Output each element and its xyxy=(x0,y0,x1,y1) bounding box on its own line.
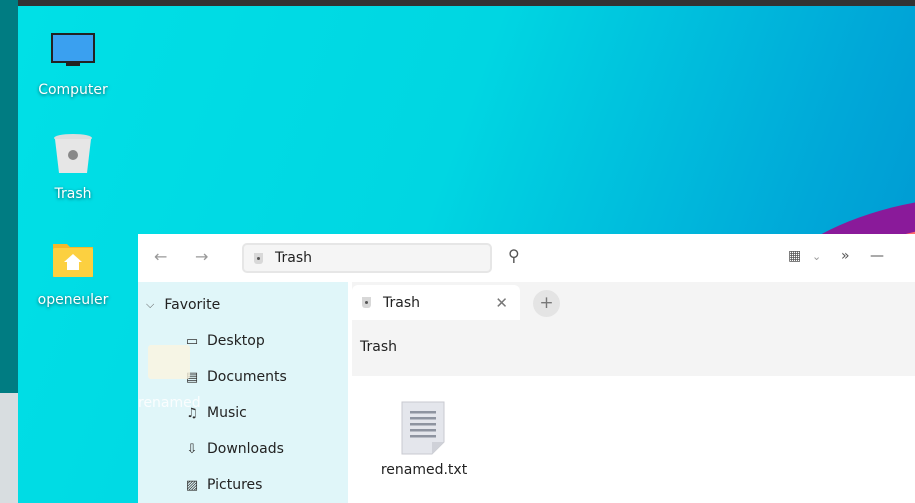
back-button[interactable]: ← xyxy=(154,247,167,266)
text-file-icon xyxy=(378,400,470,460)
panel-edge-lower xyxy=(0,393,18,503)
download-icon: ⇩ xyxy=(186,441,198,457)
close-tab-icon[interactable]: ✕ xyxy=(495,294,508,312)
sidebar-item-downloads[interactable]: ⇩ Downloads xyxy=(184,441,284,457)
sidebar-item-pictures[interactable]: ▨ Pictures xyxy=(184,477,263,493)
main-pane: Trash ✕ + Trash renamed.txt xyxy=(352,282,915,503)
sidebar-section-favorite[interactable]: ⌵ Favorite xyxy=(146,297,220,313)
file-manager-window: ← → Trash ⚲ ▦ ⌄ » — ⌵ Favorite ▭ Desktop ▤… xyxy=(138,234,915,503)
tab-trash[interactable]: Trash ✕ xyxy=(352,285,520,320)
sidebar-item-label: Downloads xyxy=(207,441,284,457)
sidebar-item-label: Pictures xyxy=(207,477,263,493)
sidebar-item-desktop[interactable]: ▭ Desktop xyxy=(184,333,265,349)
sidebar-item-documents[interactable]: ▤ Documents xyxy=(184,369,287,385)
trash-icon xyxy=(362,297,371,308)
desktop-icon-computer[interactable]: Computer xyxy=(28,26,118,98)
forward-button[interactable]: → xyxy=(195,247,208,266)
new-tab-button[interactable]: + xyxy=(533,290,560,317)
sidebar: ⌵ Favorite ▭ Desktop ▤ Documents ♫ Music ⇩ Do… xyxy=(138,282,348,503)
window-header: ← → Trash ⚲ ▦ ⌄ » — xyxy=(138,234,915,282)
home-folder-icon xyxy=(28,236,118,284)
file-view: renamed.txt xyxy=(352,376,915,503)
desktop-icon-label: openeuler xyxy=(37,292,109,308)
address-bar[interactable]: Trash xyxy=(242,243,492,273)
breadcrumb[interactable]: Trash xyxy=(360,339,397,355)
sidebar-item-label: Desktop xyxy=(207,333,265,349)
minimize-icon[interactable]: — xyxy=(870,248,884,264)
desktop-icon-label: Trash xyxy=(54,186,92,202)
dragged-item-label: renamed xyxy=(138,395,201,411)
trash-icon xyxy=(254,252,263,264)
picture-icon: ▨ xyxy=(185,477,199,493)
search-icon[interactable]: ⚲ xyxy=(508,246,520,265)
grid-view-icon[interactable]: ▦ xyxy=(788,248,801,264)
file-name: renamed.txt xyxy=(380,462,468,478)
more-icon[interactable]: » xyxy=(841,248,850,264)
sidebar-item-label: Documents xyxy=(207,369,287,385)
panel-edge xyxy=(0,0,18,393)
desktop-icon-home[interactable]: openeuler xyxy=(28,236,118,308)
dragged-folder-icon xyxy=(148,345,190,379)
address-text: Trash xyxy=(275,250,312,266)
computer-icon xyxy=(28,26,118,74)
chevron-down-icon: ⌵ xyxy=(146,298,155,311)
desktop-icon-trash[interactable]: Trash xyxy=(28,130,118,202)
chevron-down-icon[interactable]: ⌄ xyxy=(812,250,821,263)
tab-label: Trash xyxy=(383,294,420,311)
desktop-icon-label: Computer xyxy=(38,82,108,98)
sidebar-item-label: Music xyxy=(207,405,247,421)
file-item[interactable]: renamed.txt xyxy=(378,400,470,478)
trash-icon xyxy=(28,130,118,178)
section-label: Favorite xyxy=(164,297,221,313)
